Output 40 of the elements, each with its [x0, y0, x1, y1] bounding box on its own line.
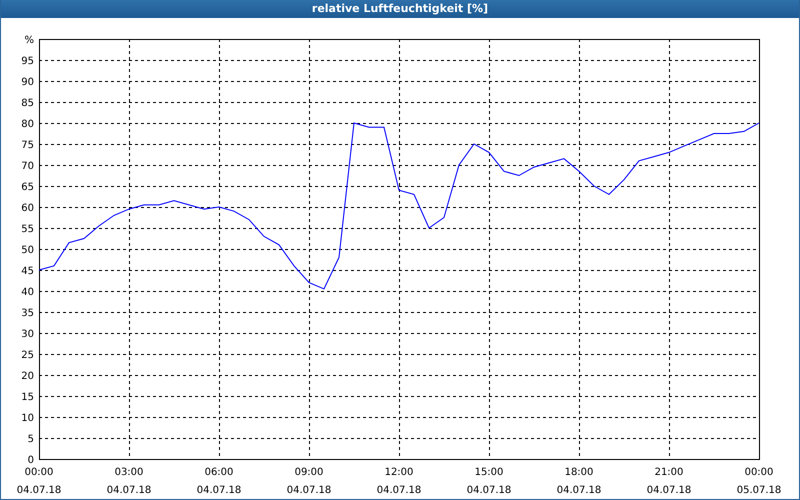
y-axis-label: 85	[21, 98, 34, 109]
x-axis-date-label: 04.07.18	[196, 485, 242, 496]
x-axis-time-label: 21:00	[654, 467, 684, 478]
y-axis-label: 65	[21, 182, 34, 193]
window-title: relative Luftfeuchtigkeit [%]	[1, 0, 799, 18]
y-axis-label: 0	[28, 455, 34, 466]
x-axis-time-label: 12:00	[384, 467, 414, 478]
y-axis-label: 50	[21, 245, 34, 256]
x-axis-date-label: 04.07.18	[376, 485, 422, 496]
y-axis-label: 35	[21, 308, 34, 319]
y-axis-label: 90	[21, 77, 34, 88]
y-axis-label: 20	[21, 371, 34, 382]
y-axis-label: 15	[21, 392, 34, 403]
x-axis-date-label: 04.07.18	[466, 485, 512, 496]
x-axis-time-label: 00:00	[24, 467, 54, 478]
y-axis-label: 40	[21, 287, 34, 298]
y-axis-label: 45	[21, 266, 34, 277]
x-axis-date-label: 04.07.18	[16, 485, 62, 496]
x-axis-date-label: 04.07.18	[556, 485, 602, 496]
y-axis-label: 10	[21, 413, 34, 424]
y-axis-label: 30	[21, 329, 34, 340]
y-axis-label: 80	[21, 119, 34, 130]
y-axis-label: 95	[21, 56, 34, 67]
y-axis-label: 5	[28, 434, 34, 445]
y-axis-label: 55	[21, 224, 34, 235]
x-axis-date-label: 04.07.18	[646, 485, 692, 496]
y-axis-label: %	[24, 35, 34, 46]
x-axis-date-label: 04.07.18	[286, 485, 332, 496]
x-axis-time-label: 00:00	[744, 467, 774, 478]
x-axis-time-label: 03:00	[114, 467, 144, 478]
x-axis-date-label: 04.07.18	[106, 485, 152, 496]
y-axis-label: 25	[21, 350, 34, 361]
y-axis-label: 70	[21, 161, 34, 172]
y-axis-label: 75	[21, 140, 34, 151]
x-axis-time-label: 18:00	[564, 467, 594, 478]
x-axis-time-label: 09:00	[294, 467, 324, 478]
x-axis-time-label: 06:00	[204, 467, 234, 478]
y-axis-label: 60	[21, 203, 34, 214]
x-axis-time-label: 15:00	[474, 467, 504, 478]
x-axis-date-label: 05.07.18	[736, 485, 782, 496]
